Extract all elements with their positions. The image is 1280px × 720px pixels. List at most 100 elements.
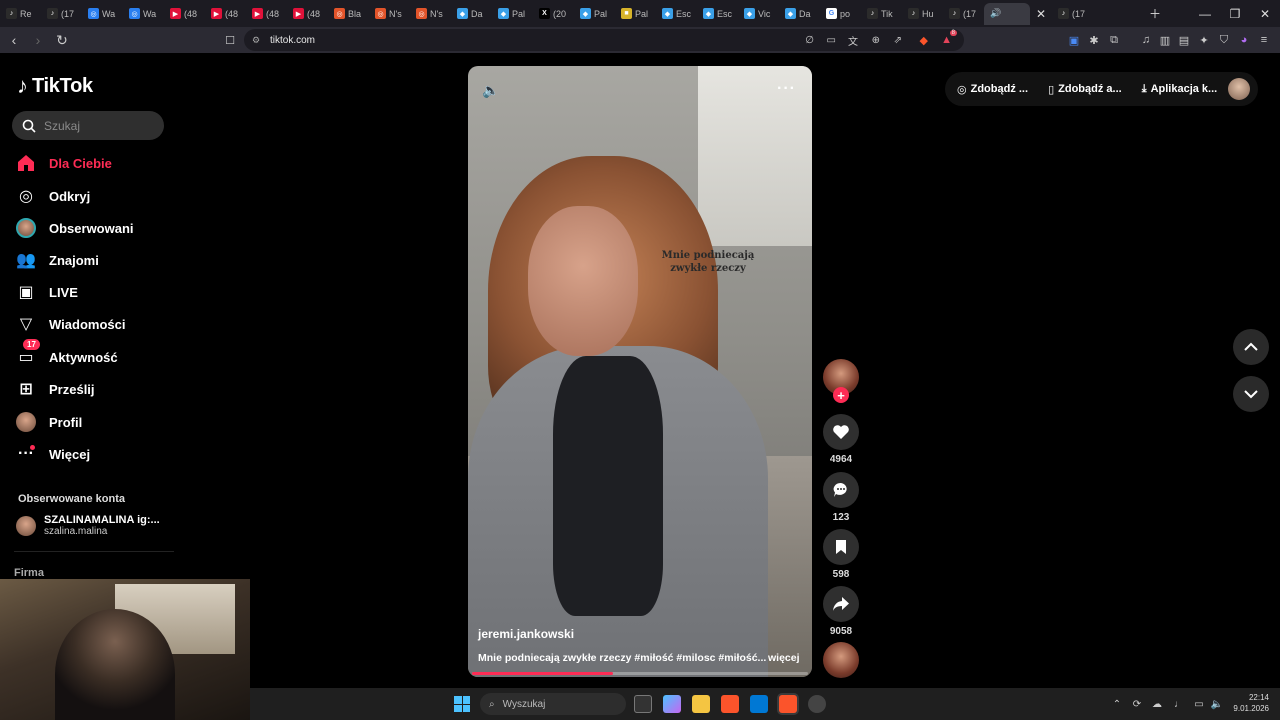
extension-icon[interactable]: ▣ — [1066, 32, 1082, 48]
app-icon[interactable] — [808, 695, 826, 713]
sidebar-item-5[interactable]: ▣ LIVE — [15, 278, 175, 306]
network-icon[interactable]: ▭ — [1192, 697, 1206, 711]
browser-tab[interactable]: ▶ (48 — [164, 3, 205, 25]
wallet-icon[interactable]: ▤ — [1176, 32, 1192, 48]
tab-audio-icon[interactable]: 🔊 — [990, 8, 1001, 19]
browser-tab[interactable]: ♪ Tik — [861, 3, 902, 25]
menu-icon[interactable]: ≡ — [1256, 32, 1272, 48]
browser-tab[interactable]: X (20 — [533, 3, 574, 25]
zoom-icon[interactable]: ⊕ — [872, 35, 880, 46]
browser-tab[interactable]: ♪ (17 — [943, 3, 984, 25]
file-explorer-icon[interactable] — [692, 695, 710, 713]
sidebar-item-6[interactable]: ▽ Wiadomości — [15, 310, 175, 338]
brave-active-icon[interactable] — [779, 695, 797, 713]
address-bar[interactable]: ⚙ tiktok.com ∅ ▭ 文 ⊕ ⇗ ◆ ▲ 8 — [244, 29, 964, 51]
browser-tab[interactable]: Gpo — [820, 3, 861, 25]
browser-tab[interactable]: ◎ Bla — [328, 3, 369, 25]
close-window-button[interactable]: ✕ — [1250, 0, 1280, 27]
clock[interactable]: 22:14 9.01.2026 — [1233, 693, 1269, 715]
desktop-app-button[interactable]: ⤓ Aplikacja k... — [1142, 83, 1218, 96]
sidebar-icon[interactable]: ▥ — [1157, 32, 1173, 48]
brave-shield-icon[interactable]: ◆ — [920, 34, 928, 47]
previous-video-button[interactable] — [1233, 329, 1269, 365]
browser-tab[interactable]: ♪ (17 — [41, 3, 82, 25]
browser-tab[interactable]: ▶ (48 — [246, 3, 287, 25]
browser-tab[interactable]: ◆ Pal — [574, 3, 615, 25]
close-tab-icon[interactable]: ✕ — [1030, 3, 1052, 25]
browser-tab[interactable]: ◆ Da — [779, 3, 820, 25]
sidebar-item-1[interactable]: Dla Ciebie — [15, 149, 175, 177]
like-button[interactable] — [823, 414, 859, 450]
sidebar-item-10[interactable]: ··· Więcej — [15, 440, 175, 468]
save-button[interactable] — [823, 529, 859, 565]
leo-ai-icon[interactable]: ✦ — [1196, 32, 1212, 48]
followed-account-item[interactable]: SZALINAMALINA ig:... szalina.malina — [16, 514, 160, 537]
new-tab-button[interactable]: ＋ — [1140, 0, 1170, 27]
follow-plus-icon[interactable]: + — [833, 387, 849, 403]
search-input[interactable]: Szukaj — [12, 111, 164, 140]
back-icon[interactable]: ‹ — [4, 30, 24, 50]
copilot-icon[interactable] — [663, 695, 681, 713]
forward-icon[interactable]: › — [28, 30, 48, 50]
volume-icon[interactable]: 🔈 — [482, 82, 499, 99]
sidebar-item-2[interactable]: ◎ Odkryj — [15, 182, 175, 210]
translate-icon[interactable]: 文 — [848, 33, 858, 48]
mic-icon[interactable]: ♩ — [1172, 697, 1186, 711]
cast-icon[interactable]: ▭ — [827, 35, 836, 46]
browser-tab[interactable]: ◆ Da — [451, 3, 492, 25]
browser-tab[interactable]: ♪ (17 — [1052, 3, 1093, 25]
site-info-icon[interactable]: ⚙ — [252, 35, 260, 46]
browser-tab[interactable]: ◎ Wa — [123, 3, 164, 25]
browser-tab[interactable]: ♪ Hu — [902, 3, 943, 25]
brave-rewards-icon[interactable]: ▲ — [941, 34, 952, 46]
sidebar-item-8[interactable]: ⊞ Prześlij — [15, 375, 175, 403]
vpn-icon[interactable]: ⛉ — [1216, 32, 1232, 48]
brave-taskbar-icon[interactable] — [721, 695, 739, 713]
browser-tab[interactable]: ■ Pal — [615, 3, 656, 25]
sidebar-item-9[interactable]: Profil — [15, 408, 175, 436]
media-icon[interactable]: ♫ — [1138, 32, 1154, 48]
video-author[interactable]: jeremi.jankowski — [478, 627, 574, 641]
task-view-icon[interactable] — [634, 695, 652, 713]
share-icon[interactable]: ⇗ — [894, 35, 902, 46]
active-browser-tab[interactable]: 🔊 — [984, 2, 1030, 25]
next-video-button[interactable] — [1233, 376, 1269, 412]
get-coins-button[interactable]: ◎ Zdobądź ... — [957, 83, 1028, 96]
browser-tab[interactable]: ◆ Esc — [697, 3, 738, 25]
sidebar-item-7[interactable]: ▭ 17 Aktywność — [15, 339, 175, 371]
tiktok-logo[interactable]: ♪ TikTok — [17, 73, 93, 99]
bookmark-icon[interactable]: ☐ — [222, 32, 238, 48]
browser-tab[interactable]: ▶ (48 — [287, 3, 328, 25]
more-link[interactable]: więcej — [768, 652, 800, 664]
user-avatar[interactable] — [1228, 78, 1250, 100]
video-player[interactable]: Mnie podniecają zwykłe rzeczy 🔈 ··· jere… — [468, 66, 812, 677]
browser-tab[interactable]: ◆ Pal — [492, 3, 533, 25]
browser-tab[interactable]: ▶ (48 — [205, 3, 246, 25]
reload-icon[interactable]: ↻ — [52, 30, 72, 50]
sound-disc-avatar[interactable] — [823, 642, 859, 678]
share-button[interactable] — [823, 586, 859, 622]
windows-start-icon[interactable] — [454, 696, 470, 712]
browser-tab[interactable]: ◎ N's — [369, 3, 410, 25]
browser-tab[interactable]: ◆ Vic — [738, 3, 779, 25]
sidebar-item-3[interactable]: Obserwowani — [15, 214, 175, 242]
sidebar-item-4[interactable]: 👥 Znajomi — [15, 246, 175, 274]
browser-tab[interactable]: ♪ Re — [0, 3, 41, 25]
get-app-button[interactable]: ▯ Zdobądź a... — [1048, 83, 1122, 96]
video-progress-bar[interactable] — [472, 672, 808, 675]
comment-button[interactable] — [823, 472, 859, 508]
speaker-icon[interactable]: 🔈 — [1210, 697, 1224, 711]
store-icon[interactable] — [750, 695, 768, 713]
cloud-icon[interactable]: ☁ — [1150, 697, 1164, 711]
sync-icon[interactable]: ⟳ — [1130, 697, 1144, 711]
minimize-button[interactable]: — — [1190, 0, 1220, 27]
profile-icon[interactable]: ◕ — [1236, 32, 1252, 48]
maximize-button[interactable]: ❐ — [1220, 0, 1250, 27]
more-options-icon[interactable]: ··· — [777, 80, 796, 98]
browser-tab[interactable]: ◆ Esc — [656, 3, 697, 25]
browser-tab[interactable]: ◎ N's — [410, 3, 451, 25]
no-tracking-icon[interactable]: ∅ — [805, 35, 814, 46]
tray-chevron-icon[interactable]: ⌃ — [1110, 697, 1124, 711]
browser-tab[interactable]: ◎ Wa — [82, 3, 123, 25]
taskbar-search[interactable]: ⌕ Wyszukaj — [480, 693, 626, 715]
